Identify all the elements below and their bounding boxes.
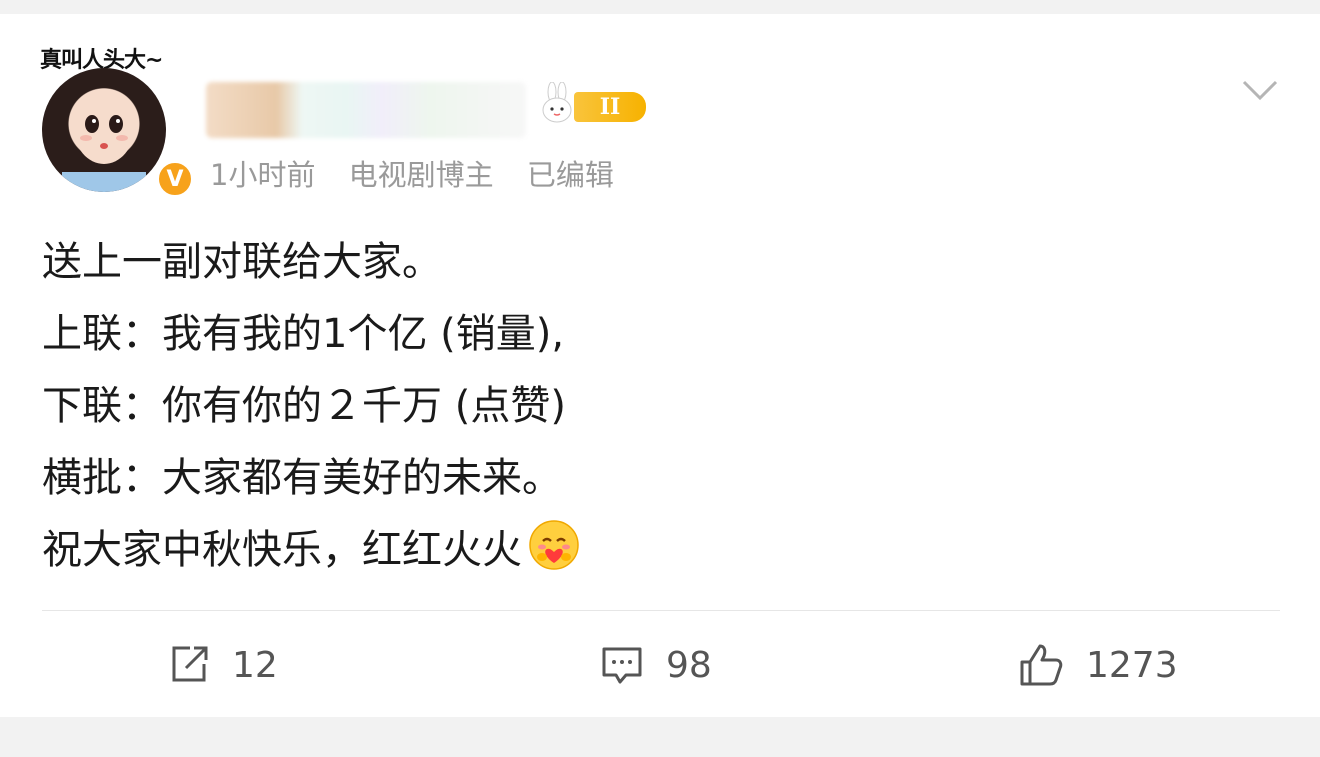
thumbs-up-icon: [1020, 644, 1063, 686]
repost-icon: [172, 646, 208, 682]
user-role: 电视剧博主: [348, 158, 494, 192]
bottom-gap: [0, 717, 1320, 757]
repost-button[interactable]: 12: [168, 640, 278, 690]
post-body: 送上一副对联给大家。 上联：我有我的1个亿 (销量), 下联：你有你的２千万 (…: [42, 226, 580, 586]
hug-heart-emoji-icon: [529, 520, 579, 570]
post-line: 下联：你有你的２千万 (点赞): [42, 383, 566, 429]
comment-count: 98: [666, 644, 712, 686]
post-line: 送上一副对联给大家。: [42, 239, 442, 285]
post-meta: 1小时前 电视剧博主 已编辑: [210, 152, 638, 194]
edited-label[interactable]: 已编辑: [527, 158, 614, 192]
verified-badge-icon: V: [156, 160, 194, 198]
level-badge[interactable]: II: [574, 92, 646, 122]
like-count: 1273: [1086, 644, 1178, 686]
chevron-down-icon[interactable]: [1240, 76, 1280, 106]
post-line: 横批：大家都有美好的未来。: [42, 455, 562, 501]
avatar[interactable]: [42, 68, 166, 192]
post-line-text: 祝大家中秋快乐，红红火火: [42, 527, 522, 573]
comment-button[interactable]: 98: [600, 640, 712, 690]
comment-icon: [602, 647, 642, 684]
username-blurred[interactable]: [206, 82, 526, 138]
weibo-post-card: 真叫人头大~ V II 1小时前 电视剧博主 已编辑 送上一副对联给大家。 上联…: [0, 14, 1320, 717]
like-button[interactable]: 1273: [1018, 640, 1178, 690]
post-time: 1小时前: [210, 158, 316, 192]
post-line: 上联：我有我的1个亿 (销量),: [42, 311, 565, 357]
divider: [42, 610, 1280, 611]
avatar-area[interactable]: 真叫人头大~ V: [36, 42, 194, 202]
post-line-last: 祝大家中秋快乐，红红火火: [42, 514, 580, 586]
bunny-mascot-icon: [542, 82, 572, 123]
repost-count: 12: [232, 644, 278, 686]
